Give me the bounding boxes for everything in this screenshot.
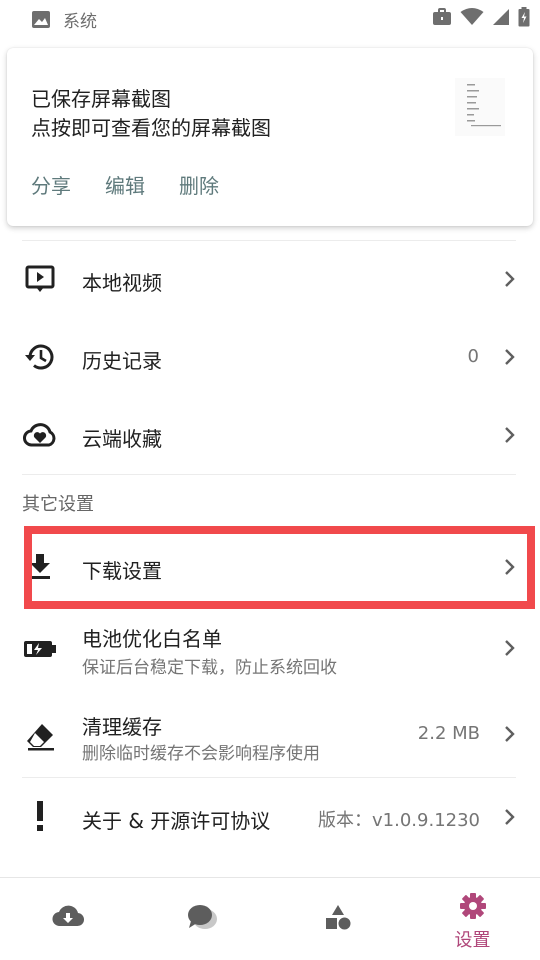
menu-item-label: 云端收藏 bbox=[82, 427, 162, 451]
notification-text: 点按即可查看您的屏幕截图 bbox=[31, 116, 271, 140]
menu-item-label: 本地视频 bbox=[82, 271, 162, 295]
menu-item-history[interactable]: 历史记录 0 bbox=[0, 318, 540, 396]
menu-item-battery-whitelist[interactable]: 电池优化白名单 保证后台稳定下载，防止系统回收 bbox=[0, 609, 540, 687]
wifi-icon bbox=[460, 8, 484, 25]
briefcase-icon bbox=[433, 8, 451, 25]
menu-item-subtitle: 保证后台稳定下载，防止系统回收 bbox=[82, 658, 337, 678]
status-bar-label: 系统 bbox=[63, 12, 97, 32]
status-bar: 系统 bbox=[0, 0, 540, 36]
menu-item-about[interactable]: 关于 & 开源许可协议 版本：v1.0.9.1230 bbox=[0, 778, 540, 856]
play-video-icon bbox=[22, 261, 58, 297]
chevron-right-icon bbox=[505, 809, 515, 825]
section-title: 其它设置 bbox=[22, 494, 94, 515]
delete-button[interactable]: 删除 bbox=[179, 170, 219, 199]
chevron-right-icon bbox=[505, 726, 515, 742]
menu-item-label: 关于 & 开源许可协议 bbox=[82, 809, 271, 833]
settings-gear-icon bbox=[459, 893, 486, 919]
cloud-heart-icon bbox=[22, 417, 58, 453]
chevron-right-icon bbox=[505, 640, 515, 656]
screenshot-notification[interactable]: 已保存屏幕截图 点按即可查看您的屏幕截图 分享 编辑 删除 bbox=[7, 48, 533, 226]
share-button[interactable]: 分享 bbox=[31, 170, 71, 199]
history-icon bbox=[22, 339, 58, 375]
menu-item-subtitle: 删除临时缓存不会影响程序使用 bbox=[82, 744, 320, 764]
menu-item-label: 清理缓存 bbox=[82, 715, 162, 739]
highlight-frame bbox=[24, 526, 535, 609]
nav-label-settings: 设置 bbox=[454, 930, 491, 951]
version-label: 版本：v1.0.9.1230 bbox=[318, 810, 480, 831]
image-icon bbox=[32, 11, 50, 28]
chevron-right-icon bbox=[505, 349, 515, 365]
menu-item-cloud-favorites[interactable]: 云端收藏 bbox=[0, 396, 540, 474]
chevron-right-icon bbox=[505, 427, 515, 443]
eraser-icon bbox=[22, 718, 58, 754]
edit-button[interactable]: 编辑 bbox=[105, 170, 145, 199]
shapes-icon bbox=[325, 905, 350, 930]
notification-title: 已保存屏幕截图 bbox=[31, 87, 171, 111]
menu-item-label: 历史记录 bbox=[82, 349, 162, 373]
chevron-right-icon bbox=[505, 271, 515, 287]
nav-item-messages[interactable] bbox=[135, 878, 270, 960]
screenshot-thumbnail[interactable] bbox=[455, 78, 505, 136]
menu-item-label: 电池优化白名单 bbox=[82, 627, 222, 651]
nav-item-settings[interactable]: 设置 bbox=[405, 878, 540, 960]
battery-charging-icon bbox=[22, 631, 58, 667]
bottom-nav: 设置 bbox=[0, 877, 540, 960]
signal-icon bbox=[493, 9, 509, 25]
divider bbox=[22, 474, 516, 475]
nav-item-downloads[interactable] bbox=[0, 878, 135, 960]
menu-item-local-video[interactable]: 本地视频 bbox=[0, 240, 540, 318]
history-count: 0 bbox=[467, 346, 479, 367]
menu-item-clear-cache[interactable]: 清理缓存 删除临时缓存不会影响程序使用 2.2 MB bbox=[0, 697, 540, 775]
nav-item-explore[interactable] bbox=[270, 878, 405, 960]
cloud-download-icon bbox=[52, 905, 84, 927]
battery-icon bbox=[518, 7, 530, 27]
cache-size: 2.2 MB bbox=[417, 723, 480, 744]
chat-bubbles-icon bbox=[187, 905, 217, 929]
exclamation-icon bbox=[22, 798, 58, 834]
